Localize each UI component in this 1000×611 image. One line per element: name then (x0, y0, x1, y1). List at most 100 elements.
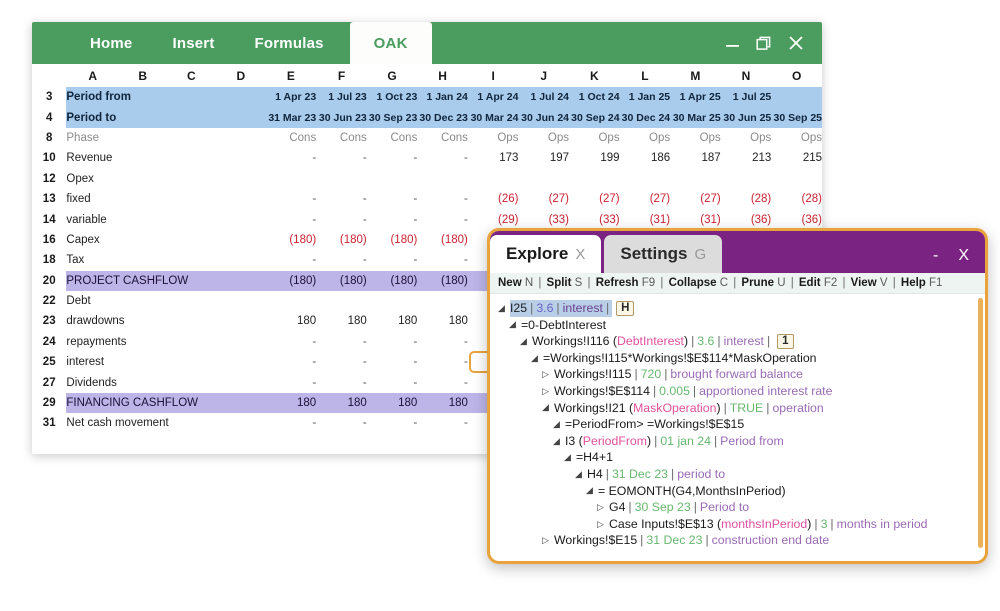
tab-explore[interactable]: Explore X (490, 235, 601, 273)
cell-G16[interactable]: (180) (367, 230, 418, 250)
collapse-triangle-icon[interactable]: ◢ (586, 486, 596, 495)
cell-E29[interactable]: 180 (266, 393, 317, 413)
explore-minimize-icon[interactable]: - (933, 248, 938, 264)
tree-node[interactable]: ◢=0-DebtInterest (496, 317, 981, 334)
row-label[interactable]: drawdowns (66, 311, 265, 331)
cell-F12[interactable] (316, 169, 367, 189)
row-number[interactable]: 16 (32, 230, 66, 250)
cell-I12[interactable] (468, 169, 519, 189)
tree-node[interactable]: ▷Workings!I115|720|brought forward balan… (496, 366, 981, 383)
cell-I8[interactable]: Ops (468, 128, 519, 148)
toolbar-command-split[interactable]: Split (547, 277, 572, 289)
cell-E31[interactable]: - (266, 413, 317, 433)
row-number[interactable]: 31 (32, 413, 66, 433)
cell-O4[interactable]: 30 Sep 25 (771, 107, 822, 127)
ribbon-tab-home[interactable]: Home (70, 22, 152, 64)
cell-H31[interactable]: - (417, 413, 468, 433)
cell-L13[interactable]: (27) (620, 189, 671, 209)
cell-H23[interactable]: 180 (417, 311, 468, 331)
cell-H14[interactable]: - (417, 209, 468, 229)
cell-H8[interactable]: Cons (417, 128, 468, 148)
collapse-triangle-icon[interactable]: ◢ (531, 354, 541, 363)
row-label[interactable]: Opex (66, 169, 265, 189)
cell-E25[interactable]: - (266, 352, 317, 372)
cell-K3[interactable]: 1 Oct 24 (569, 87, 620, 107)
cell-M8[interactable]: Ops (670, 128, 721, 148)
cell-E3[interactable]: 1 Apr 23 (266, 87, 317, 107)
tree-node[interactable]: ▷Workings!$E$114|0.005|apportioned inter… (496, 383, 981, 400)
column-header-k[interactable]: K (569, 64, 620, 87)
tree-node[interactable]: ▷G4|30 Sep 23|Period to (496, 499, 981, 516)
row-number[interactable]: 10 (32, 148, 66, 168)
row-number[interactable]: 12 (32, 169, 66, 189)
cell-F22[interactable] (316, 291, 367, 311)
cell-M4[interactable]: 30 Mar 25 (670, 107, 721, 127)
column-header-g[interactable]: G (367, 64, 418, 87)
cell-J13[interactable]: (27) (518, 189, 569, 209)
cell-G18[interactable]: - (367, 250, 418, 270)
table-row[interactable]: 12Opex (32, 169, 822, 189)
cell-J10[interactable]: 197 (518, 148, 569, 168)
cell-O8[interactable]: Ops (771, 128, 822, 148)
cell-H18[interactable]: - (417, 250, 468, 270)
row-label[interactable]: Phase (66, 128, 265, 148)
row-label[interactable]: Period to (66, 107, 265, 127)
cell-N14[interactable]: (36) (721, 209, 772, 229)
cell-N3[interactable]: 1 Jul 25 (721, 87, 772, 107)
cell-F3[interactable]: 1 Jul 23 (316, 87, 367, 107)
cell-L12[interactable] (620, 169, 671, 189)
cell-I14[interactable]: (29) (468, 209, 519, 229)
cell-G14[interactable]: - (367, 209, 418, 229)
cell-G27[interactable]: - (367, 372, 418, 392)
cell-J12[interactable] (518, 169, 569, 189)
column-header-h[interactable]: H (417, 64, 468, 87)
cell-H10[interactable]: - (417, 148, 468, 168)
cell-H4[interactable]: 30 Dec 23 (417, 107, 468, 127)
toolbar-command-view[interactable]: View (851, 277, 877, 289)
expand-triangle-icon[interactable]: ▷ (597, 520, 607, 529)
column-header-a[interactable]: A (66, 64, 119, 87)
collapse-triangle-icon[interactable]: ◢ (575, 470, 585, 479)
cell-J8[interactable]: Ops (518, 128, 569, 148)
cell-O12[interactable] (771, 169, 822, 189)
row-number[interactable]: 18 (32, 250, 66, 270)
cell-E23[interactable]: 180 (266, 311, 317, 331)
collapse-triangle-icon[interactable]: ◢ (542, 403, 552, 412)
cell-F20[interactable]: (180) (316, 271, 367, 291)
toolbar-command-edit[interactable]: Edit (799, 277, 821, 289)
cell-L4[interactable]: 30 Dec 24 (620, 107, 671, 127)
cell-H29[interactable]: 180 (417, 393, 468, 413)
ribbon-tab-formulas[interactable]: Formulas (235, 22, 344, 64)
row-number[interactable]: 23 (32, 311, 66, 331)
row-label[interactable]: repayments (66, 332, 265, 352)
tree-node[interactable]: ◢I3 (PeriodFrom)|01 jan 24|Period from (496, 433, 981, 450)
explore-close-icon[interactable]: X (958, 248, 969, 264)
cell-G4[interactable]: 30 Sep 23 (367, 107, 418, 127)
cell-G25[interactable]: - (367, 352, 418, 372)
ribbon-tab-oak[interactable]: OAK (350, 22, 432, 64)
column-header-f[interactable]: F (316, 64, 367, 87)
collapse-triangle-icon[interactable]: ◢ (553, 437, 563, 446)
row-number[interactable]: 27 (32, 372, 66, 392)
cell-O10[interactable]: 215 (771, 148, 822, 168)
table-row[interactable]: 8PhaseConsConsConsConsOpsOpsOpsOpsOpsOps… (32, 128, 822, 148)
cell-H16[interactable]: (180) (417, 230, 468, 250)
collapse-triangle-icon[interactable]: ◢ (498, 304, 508, 313)
cell-F25[interactable]: - (316, 352, 367, 372)
table-row[interactable]: 10Revenue----173197199186187213215 (32, 148, 822, 168)
cell-H27[interactable]: - (417, 372, 468, 392)
expand-triangle-icon[interactable]: ▷ (542, 370, 552, 379)
toolbar-command-prune[interactable]: Prune (741, 277, 774, 289)
row-number[interactable]: 25 (32, 352, 66, 372)
cell-I3[interactable]: 1 Apr 24 (468, 87, 519, 107)
column-header-j[interactable]: J (518, 64, 569, 87)
cell-K4[interactable]: 30 Sep 24 (569, 107, 620, 127)
tree-node[interactable]: ◢H4|31 Dec 23|period to (496, 466, 981, 483)
column-header-m[interactable]: M (670, 64, 721, 87)
cell-N13[interactable]: (28) (721, 189, 772, 209)
explore-tree[interactable]: ◢I25|3.6|interest|H◢=0-DebtInterest◢Work… (490, 294, 985, 564)
cell-L10[interactable]: 186 (620, 148, 671, 168)
cell-N4[interactable]: 30 Jun 25 (721, 107, 772, 127)
cell-L3[interactable]: 1 Jan 25 (620, 87, 671, 107)
cell-I10[interactable]: 173 (468, 148, 519, 168)
